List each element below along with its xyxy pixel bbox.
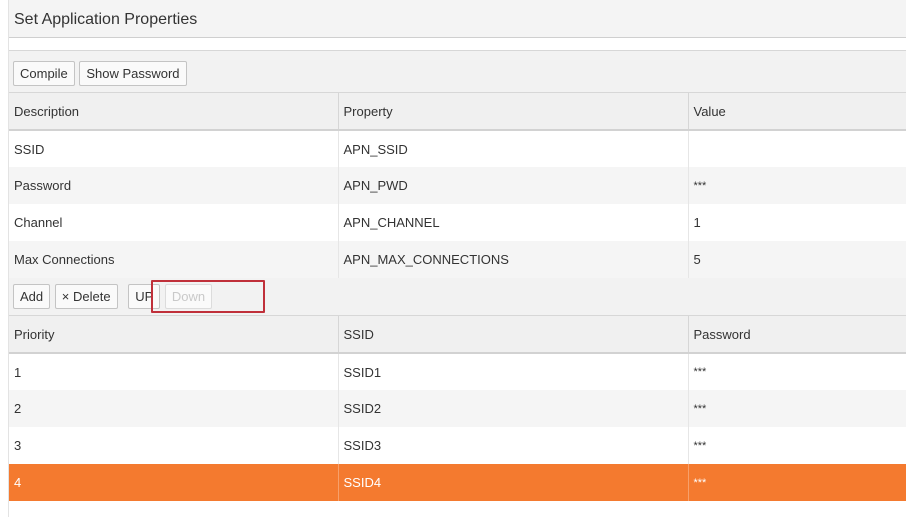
ssid-toolbar: Add × Delete UP Down [9,278,906,316]
column-header-value[interactable]: Value [688,93,906,131]
show-password-button[interactable]: Show Password [79,61,187,86]
cell-priority: 4 [9,464,339,501]
table-row[interactable]: Max Connections APN_MAX_CONNECTIONS 5 [9,241,906,278]
cell-priority: 3 [9,427,339,464]
cell-property: APN_PWD [338,167,689,204]
cell-property: APN_MAX_CONNECTIONS [338,241,689,278]
ssid-table: Priority SSID Password 1 SSID1 *** 2 SSI… [9,316,906,501]
compile-button[interactable]: Compile [13,61,75,86]
column-header-ssid[interactable]: SSID [338,316,689,354]
table-row[interactable]: Password APN_PWD *** [9,167,906,204]
table-row[interactable]: 2 SSID2 *** [9,390,906,427]
table-row-selected[interactable]: 4 SSID4 *** [9,464,906,501]
table-header-row: Description Property Value [9,93,906,131]
application-properties-panel: Set Application Properties Compile Show … [8,0,906,517]
column-header-password[interactable]: Password [688,316,906,354]
cell-ssid: SSID1 [338,353,689,390]
table-header-row: Priority SSID Password [9,316,906,354]
column-header-description[interactable]: Description [9,93,339,131]
cell-ssid: SSID2 [338,390,689,427]
cell-description: SSID [9,130,339,167]
cell-password: *** [688,464,906,501]
column-header-property[interactable]: Property [338,93,689,131]
cell-value[interactable]: 1 [688,204,906,241]
add-button[interactable]: Add [13,284,51,309]
cell-value[interactable] [688,130,906,167]
delete-button[interactable]: × Delete [54,284,118,309]
properties-toolbar: Compile Show Password [9,50,906,93]
cell-value[interactable]: *** [688,167,906,204]
cell-property: APN_CHANNEL [338,204,689,241]
cell-property: APN_SSID [338,130,689,167]
properties-table: Description Property Value SSID APN_SSID… [9,93,906,278]
cell-description: Max Connections [9,241,339,278]
cell-value[interactable]: 5 [688,241,906,278]
cell-description: Channel [9,204,339,241]
highlight-annotation-box [151,280,265,313]
cell-priority: 2 [9,390,339,427]
column-header-priority[interactable]: Priority [9,316,339,354]
table-row[interactable]: SSID APN_SSID [9,130,906,167]
panel-title: Set Application Properties [9,0,906,38]
cell-ssid: SSID3 [338,427,689,464]
table-row[interactable]: 3 SSID3 *** [9,427,906,464]
cell-description: Password [9,167,339,204]
table-row[interactable]: 1 SSID1 *** [9,353,906,390]
table-row[interactable]: Channel APN_CHANNEL 1 [9,204,906,241]
cell-priority: 1 [9,353,339,390]
cell-password: *** [688,390,906,427]
cell-ssid: SSID4 [338,464,689,501]
cell-password: *** [688,427,906,464]
cell-password: *** [688,353,906,390]
